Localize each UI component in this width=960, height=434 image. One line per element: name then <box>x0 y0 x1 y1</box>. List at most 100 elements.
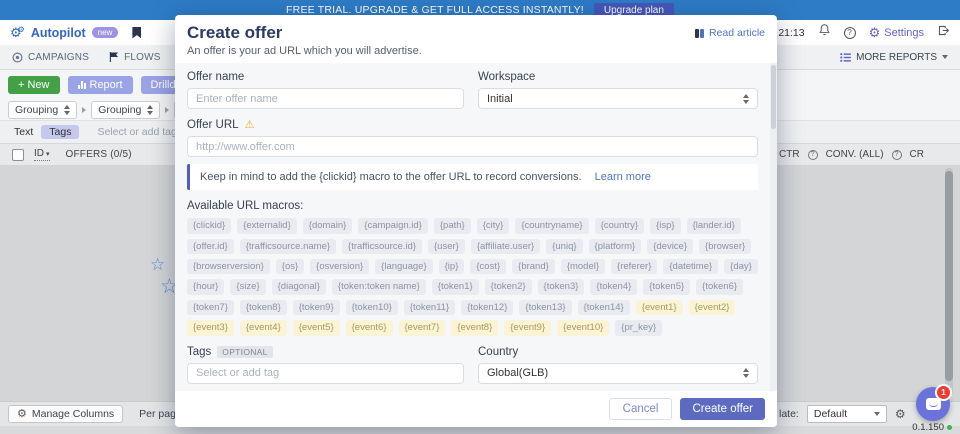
new-button[interactable]: + New <box>8 76 60 94</box>
macro-chip[interactable]: {event4} <box>240 320 287 335</box>
macro-chip[interactable]: {hour} <box>187 279 224 294</box>
arrow-right-icon <box>165 107 169 113</box>
macro-chip[interactable]: {event5} <box>293 320 340 335</box>
macro-chip[interactable]: {token14} <box>578 300 630 315</box>
modal-scrollbar-thumb[interactable] <box>771 65 776 129</box>
macro-chip[interactable]: {pr_key} <box>615 320 662 335</box>
learn-more-link[interactable]: Learn more <box>595 171 651 183</box>
macro-chip[interactable]: {campaign.id} <box>358 218 428 233</box>
macro-chip[interactable]: {event9} <box>504 320 551 335</box>
macro-chip[interactable]: {affiliate.user} <box>471 239 540 254</box>
select-all-checkbox[interactable] <box>12 149 24 161</box>
cr-help-icon[interactable]: ? <box>892 150 902 160</box>
macro-chip[interactable]: {platform} <box>589 239 642 254</box>
macro-chip[interactable]: {city} <box>477 218 510 233</box>
macro-chip[interactable]: {token8} <box>240 300 287 315</box>
macro-chip[interactable]: {ip} <box>439 259 465 274</box>
cancel-button[interactable]: Cancel <box>609 398 673 420</box>
macro-chip[interactable]: {offer.id} <box>187 239 234 254</box>
macro-chip[interactable]: {size} <box>230 279 265 294</box>
column-ctr[interactable]: CTR <box>779 149 800 160</box>
more-reports-button[interactable]: MORE REPORTS <box>840 52 948 63</box>
template-settings-gear-icon[interactable]: ⚙ <box>895 408 906 420</box>
country-select[interactable]: Global(GLB) <box>478 363 758 384</box>
macro-chip[interactable]: {isp} <box>650 218 681 233</box>
macro-chip[interactable]: {countryname} <box>515 218 588 233</box>
macro-chip[interactable]: {brand} <box>512 259 555 274</box>
macro-chip[interactable]: {referer} <box>611 259 657 274</box>
grouping-dropdown-1[interactable]: Grouping <box>8 101 77 119</box>
bookmark-icon[interactable] <box>132 27 141 39</box>
tag-filter-input[interactable]: Select or add tag <box>97 126 176 138</box>
chat-widget-button[interactable]: 1 <box>916 387 950 421</box>
macro-chip[interactable]: {model} <box>561 259 605 274</box>
macro-chip[interactable]: {datetime} <box>663 259 718 274</box>
template-select[interactable]: Default <box>807 405 887 423</box>
macro-chip[interactable]: {token13} <box>519 300 571 315</box>
macro-chip[interactable]: {token4} <box>590 279 637 294</box>
filter-mode-text[interactable]: Text <box>14 126 33 138</box>
macro-chip[interactable]: {event7} <box>399 320 446 335</box>
create-offer-button[interactable]: Create offer <box>680 398 765 420</box>
macro-chip[interactable]: {token10} <box>346 300 398 315</box>
filter-mode-tags[interactable]: Tags <box>41 125 79 139</box>
page-scrollbar-thumb[interactable] <box>945 171 953 381</box>
macro-chip[interactable]: {token6} <box>696 279 743 294</box>
settings-button[interactable]: ⚙ Settings <box>869 26 924 39</box>
read-article-link[interactable]: Read article <box>695 27 765 39</box>
macro-chip[interactable]: {lander.id} <box>687 218 741 233</box>
macro-chip[interactable]: {token:token name} <box>332 279 426 294</box>
macro-chip[interactable]: {user} <box>428 239 465 254</box>
offer-name-input[interactable] <box>187 88 464 109</box>
macro-chip[interactable]: {token11} <box>404 300 455 315</box>
macro-chip[interactable]: {device} <box>647 239 693 254</box>
macro-chip[interactable]: {browser} <box>699 239 751 254</box>
macro-chip[interactable]: {token9} <box>293 300 340 315</box>
macro-chip[interactable]: {event6} <box>346 320 393 335</box>
new-badge: new <box>92 27 119 38</box>
macro-chip[interactable]: {cost} <box>470 259 506 274</box>
logout-icon[interactable] <box>937 24 950 42</box>
help-icon[interactable]: ? <box>844 27 856 39</box>
offer-url-input[interactable] <box>187 136 758 157</box>
workspace-select[interactable]: Initial <box>478 88 758 109</box>
tags-input[interactable] <box>187 363 464 384</box>
column-cr[interactable]: CR <box>910 149 924 160</box>
macro-chip[interactable]: {os} <box>276 259 304 274</box>
report-button[interactable]: Report <box>68 76 133 94</box>
macro-chip[interactable]: {language} <box>375 259 432 274</box>
macro-chip[interactable]: {event10} <box>557 320 609 335</box>
macro-chip[interactable]: {country} <box>595 218 645 233</box>
macro-chip[interactable]: {event8} <box>451 320 498 335</box>
macro-chip[interactable]: {event3} <box>187 320 234 335</box>
macro-chip[interactable]: {domain} <box>303 218 353 233</box>
column-id[interactable]: ID ▾ <box>34 148 50 161</box>
bar-chart-icon <box>78 81 86 89</box>
tab-campaigns[interactable]: CAMPAIGNS <box>12 45 89 69</box>
macro-chip[interactable]: {token1} <box>432 279 479 294</box>
macro-chip[interactable]: {token2} <box>485 279 532 294</box>
macro-chip[interactable]: {diagonal} <box>272 279 326 294</box>
column-conv[interactable]: CONV. (ALL) <box>826 149 884 160</box>
ctr-help-icon[interactable]: ? <box>808 150 818 160</box>
manage-columns-button[interactable]: ⚙ Manage Columns <box>8 405 123 423</box>
macro-chip[interactable]: {trafficsource.name} <box>240 239 336 254</box>
grouping-dropdown-2[interactable]: Grouping <box>91 101 160 119</box>
notifications-bell-icon[interactable] <box>818 23 831 42</box>
macro-chip[interactable]: {token12} <box>461 300 513 315</box>
macro-chip[interactable]: {externalid} <box>237 218 297 233</box>
tab-flows[interactable]: FLOWS <box>109 45 161 69</box>
macro-chip[interactable]: {uniq} <box>546 239 582 254</box>
macro-chip[interactable]: {trafficsource.id} <box>342 239 422 254</box>
macro-chip[interactable]: {osversion} <box>310 259 369 274</box>
macro-chip[interactable]: {token5} <box>643 279 690 294</box>
macro-chip[interactable]: {clickid} <box>187 218 231 233</box>
macro-chip[interactable]: {token3} <box>538 279 585 294</box>
macro-chip[interactable]: {browserversion} <box>187 259 270 274</box>
macro-chip[interactable]: {path} <box>434 218 471 233</box>
macro-chip[interactable]: {day} <box>724 259 758 274</box>
macro-chip[interactable]: {event2} <box>689 300 736 315</box>
column-offers[interactable]: OFFERS (0/5) <box>66 149 132 160</box>
macro-chip[interactable]: {token7} <box>187 300 234 315</box>
macro-chip[interactable]: {event1} <box>636 300 683 315</box>
